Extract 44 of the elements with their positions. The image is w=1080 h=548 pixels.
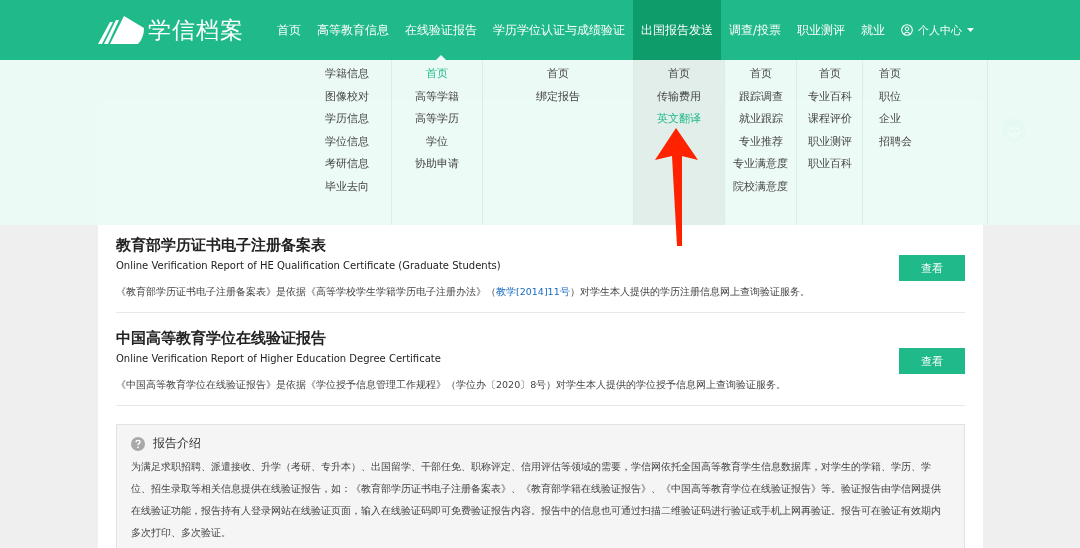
report-description: 《中国高等教育学位在线验证报告》是依据《学位授予信息管理工作规程》（学位办〔2020〕8号）对学生本人提供的学位授予信息网上查询验证服务。 [116,378,788,392]
report-title: 教育部学历证书电子注册备案表 [116,235,327,256]
dropdown-item[interactable]: 高等学籍 [415,85,459,108]
logo-icon [98,16,144,44]
dropdown-item[interactable]: 首页 [818,63,841,86]
dropdown-item[interactable]: 学位信息 [325,130,369,153]
dropdown-item[interactable]: 传输费用 [657,85,701,108]
dropdown-item[interactable]: 首页 [749,63,772,86]
dropdown-item[interactable]: 专业满意度 [733,153,788,176]
dropdown-item[interactable]: 首页 [879,63,901,86]
nav-item[interactable]: 出国报告发送 [633,0,721,60]
report-description: 《教育部学历证书电子注册备案表》是依据《高等学校学生学籍学历电子注册办法》（教学[2014]11号）对学生本人提供的学历注册信息网上查询验证服务。 [116,285,811,299]
dropdown-item[interactable]: 图像校对 [325,85,369,108]
report-title: 中国高等教育学位在线验证报告 [116,328,327,349]
dropdown-item[interactable]: 协助申请 [415,153,459,176]
dropdown-item[interactable]: 职位 [879,85,901,108]
dropdown-item[interactable]: 职业百科 [807,153,852,176]
dropdown-item[interactable]: 招聘会 [879,130,912,153]
report-subtitle: Online Verification Report of HE Qualification Certificate (Graduate Students) [116,259,502,273]
dropdown-item[interactable]: 学籍信息 [325,63,369,86]
dropdown-item[interactable]: 院校满意度 [733,175,788,198]
dropdown-item[interactable]: 学历信息 [325,108,369,131]
dropdown-item[interactable]: 跟踪调查 [738,85,783,108]
intro-title: 报告介绍 [153,435,201,452]
dropdown-item[interactable]: 专业推荐 [738,130,783,153]
dropdown-item[interactable]: 企业 [879,108,901,131]
user-icon [901,24,914,36]
report-subtitle: Online Verification Report of Higher Education Degree Certificate [116,352,442,366]
help-icon [131,436,145,451]
dropdown-item[interactable]: 职业测评 [807,130,852,153]
dropdown-item[interactable]: 高等学历 [415,108,459,131]
dropdown-item[interactable]: 学位 [426,130,448,153]
dropdown-item[interactable]: 首页 [668,63,690,86]
logo-text: 学信档案 [148,15,244,45]
regulation-link[interactable]: 教学[2014]11号 [496,286,570,297]
caret-icon [967,28,975,32]
dropdown-item[interactable]: 首页 [547,63,569,86]
dropdown-item[interactable]: 就业跟踪 [738,108,783,131]
dropdown-item[interactable]: 毕业去向 [325,175,369,198]
dropdown-item[interactable]: 课程评价 [807,108,852,131]
intro-text: 为满足求职招聘、派遣接收、升学（考研、专升本）、出国留学、干部任免、职称评定、信用评估等领域的需要，学信网依托全国高等教育学生信息数据库，对学生的学籍、学历、学位、招生录取等相关信息提供在线验证报告，如：《教育部学历证书电子注册备案表》、《教育部学籍在线验证报告》、《中国高等教育学位在线验证报告》等。验证报告由学信网提供在线验证功能，报告持有人登录网站在线验证页面，输入在线验证码即可免费验证报告内容。报告中的信息也可通过扫描二维验证码进行验证或手机上网再验证。报告可在验证有效期内多次打印、多次验证。 [131,460,942,540]
dropdown-item[interactable]: 专业百科 [807,85,852,108]
dropdown-item[interactable]: 考研信息 [325,153,369,176]
dropdown-item[interactable]: 绑定报告 [536,85,580,108]
